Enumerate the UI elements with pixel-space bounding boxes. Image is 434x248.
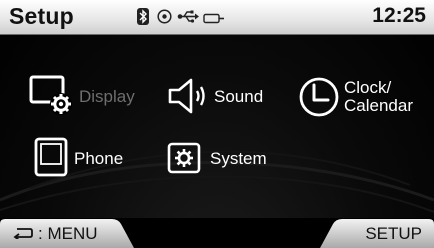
clock-icon (298, 76, 340, 123)
menu-item-clock-calendar[interactable]: Clock/ Calendar (298, 76, 428, 120)
speaker-icon (167, 76, 211, 121)
menu-item-display[interactable]: Display (28, 74, 158, 120)
menu-button[interactable]: : MENU (0, 218, 140, 248)
system-gear-icon (167, 142, 201, 179)
menu-item-label: Display (79, 87, 135, 106)
bottom-bar: : MENU SETUP (0, 218, 434, 248)
menu-item-label: Phone (74, 149, 124, 168)
menu-item-label: Sound (214, 87, 264, 106)
menu-item-label: Clock/ Calendar (344, 78, 413, 115)
menu-item-sound[interactable]: Sound (167, 74, 277, 120)
setup-button[interactable]: SETUP (314, 218, 434, 248)
menu-item-system[interactable]: System (167, 142, 277, 176)
menu-item-phone[interactable]: Phone (34, 137, 144, 181)
background-swoosh (0, 150, 434, 213)
setup-screen: Setup 12:25 Display Sound Clock/ Calenda… (0, 0, 434, 248)
menu-button-label: : MENU (38, 224, 98, 243)
phone-icon (34, 137, 68, 182)
setup-button-label: SETUP (365, 224, 422, 243)
menu-item-label: System (210, 149, 267, 168)
display-settings-icon (28, 74, 76, 123)
